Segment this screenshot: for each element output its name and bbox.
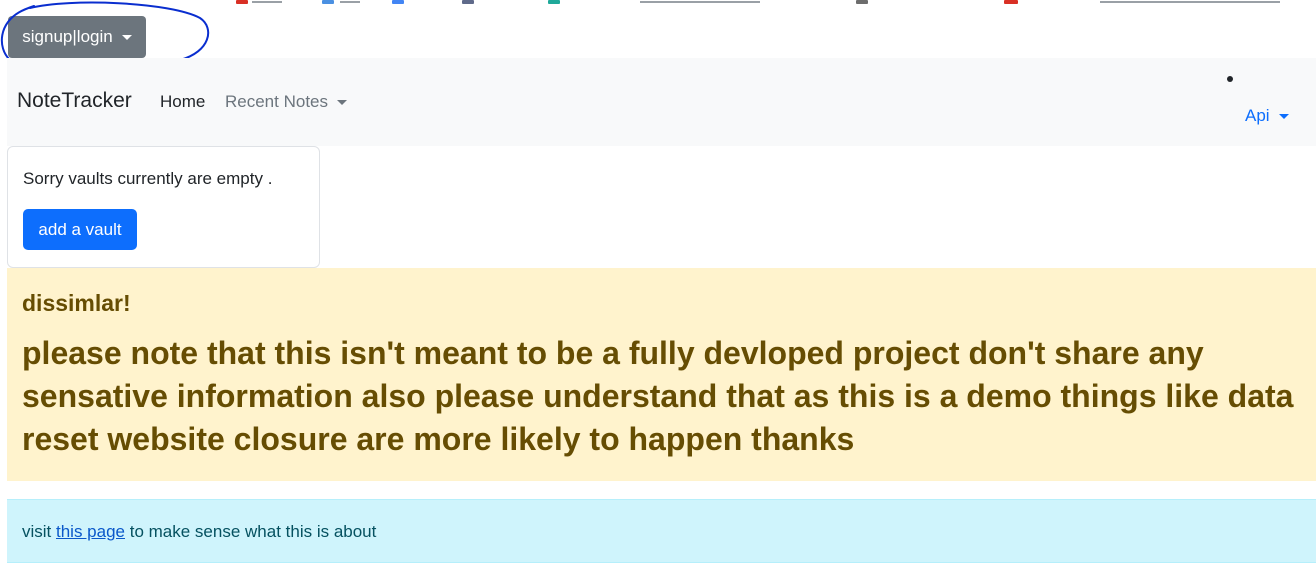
disclaimer-body: please note that this isn't meant to be … bbox=[22, 335, 1294, 457]
disclaimer-alert: dissimlar! please note that this isn't m… bbox=[7, 268, 1316, 481]
add-vault-button[interactable]: add a vault bbox=[23, 209, 137, 250]
main-navbar: NoteTracker Home Recent Notes Api bbox=[7, 58, 1316, 146]
info-alert: visit this page to make sense what this … bbox=[7, 499, 1316, 563]
nav-item-home[interactable]: Home bbox=[160, 92, 205, 112]
bookmark-favicon[interactable] bbox=[236, 0, 248, 4]
bookmark-favicon[interactable] bbox=[548, 0, 560, 4]
bookmark-favicon[interactable] bbox=[392, 0, 404, 4]
caret-down-icon bbox=[337, 99, 347, 105]
this-page-link[interactable]: this page bbox=[56, 522, 125, 541]
bookmark-favicon[interactable] bbox=[1004, 0, 1018, 4]
signup-login-dropdown[interactable]: signup|login bbox=[8, 16, 146, 58]
list-bullet-dot bbox=[1227, 76, 1233, 82]
caret-down-icon bbox=[121, 34, 132, 40]
nav-item-api-dropdown[interactable]: Api bbox=[1245, 106, 1289, 126]
navbar-brand[interactable]: NoteTracker bbox=[17, 89, 132, 113]
bookmark-favicon[interactable] bbox=[462, 0, 474, 4]
vault-card: Sorry vaults currently are empty . add a… bbox=[7, 146, 320, 268]
vault-empty-message: Sorry vaults currently are empty . bbox=[23, 169, 273, 188]
recent-notes-label: Recent Notes bbox=[225, 92, 328, 111]
api-label: Api bbox=[1245, 106, 1270, 125]
info-text: visit this page to make sense what this … bbox=[22, 522, 376, 542]
caret-down-icon bbox=[1278, 113, 1289, 119]
bookmark-favicon[interactable] bbox=[322, 0, 334, 4]
info-prefix: visit bbox=[22, 522, 56, 541]
bookmarks-bar-strip bbox=[0, 0, 1316, 6]
info-suffix: to make sense what this is about bbox=[125, 522, 377, 541]
nav-item-recent-notes-dropdown[interactable]: Recent Notes bbox=[225, 92, 347, 112]
disclaimer-heading: dissimlar! bbox=[22, 290, 131, 316]
bookmark-favicon[interactable] bbox=[856, 0, 868, 4]
signup-login-label: signup|login bbox=[22, 27, 113, 46]
